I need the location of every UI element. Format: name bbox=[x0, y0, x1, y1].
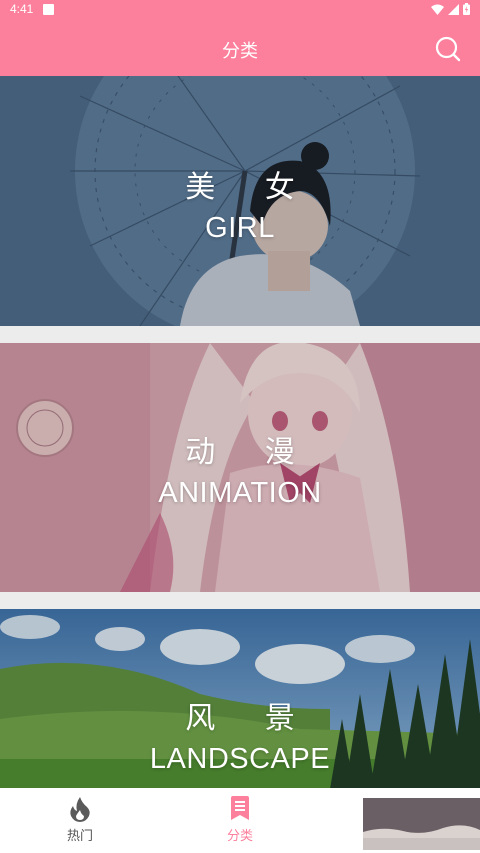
category-name-cn: 美 女 bbox=[185, 170, 315, 205]
app-bar: 分类 bbox=[0, 20, 480, 76]
nav-item-hot[interactable]: 热门 bbox=[40, 796, 120, 844]
category-label-girl: 美 女 GIRL bbox=[0, 162, 480, 245]
bookmark-list-icon bbox=[231, 796, 249, 820]
page-title: 分类 bbox=[222, 41, 258, 62]
nav-item-category[interactable]: 分类 bbox=[200, 796, 280, 844]
wifi-icon bbox=[431, 4, 444, 15]
bottom-nav: 热门 分类 bbox=[0, 788, 480, 853]
status-bar: 4:41 bbox=[0, 0, 480, 20]
category-card-animation[interactable]: 动 漫 ANIMATION bbox=[0, 343, 480, 592]
flame-icon bbox=[70, 797, 90, 822]
category-card-landscape[interactable]: 风 景 LANDSCAPE bbox=[0, 609, 480, 788]
battery-icon bbox=[463, 3, 470, 15]
status-time: 4:41 bbox=[10, 2, 34, 16]
floating-thumbnail[interactable] bbox=[363, 798, 480, 850]
signal-icon bbox=[448, 3, 459, 15]
nav-label-category: 分类 bbox=[226, 829, 253, 844]
search-button[interactable] bbox=[434, 35, 462, 63]
category-name-cn: 风 景 bbox=[185, 701, 315, 736]
search-icon bbox=[435, 36, 461, 62]
status-icons bbox=[431, 3, 470, 15]
nav-label-hot: 热门 bbox=[66, 829, 93, 844]
category-name-cn: 动 漫 bbox=[185, 435, 315, 470]
category-list[interactable]: 美 女 GIRL 动 漫 ANIMATION 风 景 LANDSCAPE bbox=[0, 76, 480, 788]
category-name-en: LANDSCAPE bbox=[149, 743, 331, 775]
notification-icon bbox=[43, 4, 54, 15]
category-label-animation: 动 漫 ANIMATION bbox=[0, 427, 480, 510]
thumbnail-image bbox=[363, 798, 480, 850]
category-name-en: ANIMATION bbox=[158, 477, 322, 509]
category-card-girl[interactable]: 美 女 GIRL bbox=[0, 76, 480, 326]
category-name-en: GIRL bbox=[205, 212, 275, 244]
category-label-landscape: 风 景 LANDSCAPE bbox=[0, 693, 480, 776]
